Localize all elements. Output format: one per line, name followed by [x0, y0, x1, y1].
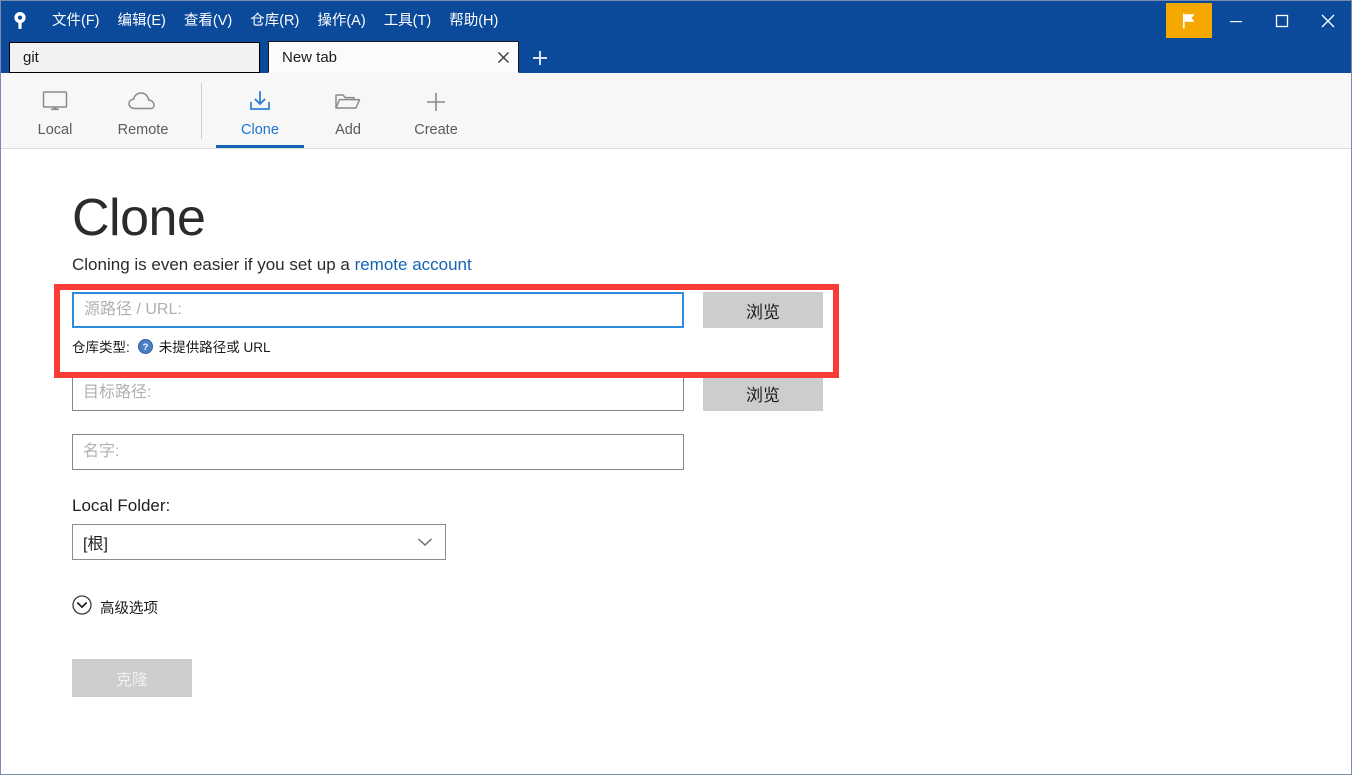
toolbar-label: Local	[37, 122, 73, 138]
toolbar-label: Create	[414, 122, 458, 138]
maximize-button[interactable]	[1259, 1, 1305, 40]
maximize-icon	[1275, 14, 1289, 27]
menu-help[interactable]: 帮助(H)	[440, 7, 507, 35]
toolbar-button-create[interactable]: Create	[392, 73, 480, 148]
toolbar-label: Remote	[117, 122, 169, 138]
name-row	[72, 434, 1351, 470]
advanced-options-label: 高级选项	[100, 600, 158, 617]
menu-tools[interactable]: 工具(T)	[375, 7, 441, 35]
main-toolbar: Local Remote Clone Add Create	[1, 73, 1351, 149]
close-icon	[1321, 14, 1335, 27]
svg-text:?: ?	[142, 342, 148, 353]
destination-path-input[interactable]	[72, 375, 684, 411]
remote-account-link[interactable]: remote account	[355, 255, 472, 274]
download-icon	[245, 85, 275, 119]
minimize-button[interactable]	[1213, 1, 1259, 40]
menu-edit[interactable]: 编辑(E)	[109, 7, 175, 35]
toolbar-button-local[interactable]: Local	[11, 73, 99, 148]
menu-view[interactable]: 查看(V)	[175, 7, 241, 35]
tab-git[interactable]: git	[9, 42, 260, 73]
chevron-down-icon	[417, 525, 433, 559]
plus-icon	[422, 85, 450, 119]
page-subtitle-text: Cloning is even easier if you set up a	[72, 255, 355, 274]
local-folder-select[interactable]: [根]	[72, 524, 446, 560]
tab-strip: git New tab	[1, 40, 1351, 73]
source-browse-button[interactable]: 浏览	[703, 292, 823, 328]
menu-repository[interactable]: 仓库(R)	[241, 7, 308, 35]
toolbar-button-add[interactable]: Add	[304, 73, 392, 148]
tab-label: git	[23, 49, 39, 66]
chevron-down-circle-icon	[72, 595, 92, 619]
application-window: 文件(F) 编辑(E) 查看(V) 仓库(R) 操作(A) 工具(T) 帮助(H…	[0, 0, 1352, 775]
destination-browse-button[interactable]: 浏览	[703, 375, 823, 411]
menu-file[interactable]: 文件(F)	[43, 7, 109, 35]
tab-close-icon[interactable]	[488, 42, 518, 72]
toolbar-label: Clone	[241, 122, 279, 138]
advanced-options-toggle[interactable]: 高级选项	[72, 595, 1351, 619]
flag-button[interactable]	[1166, 3, 1212, 38]
repository-type-status: 仓库类型: ? 未提供路径或 URL	[72, 336, 1351, 356]
destination-path-row: 浏览	[72, 375, 1351, 411]
new-tab-button[interactable]	[525, 42, 555, 73]
tab-label: New tab	[282, 48, 338, 66]
toolbar-button-clone[interactable]: Clone	[216, 73, 304, 148]
toolbar-button-remote[interactable]: Remote	[99, 73, 187, 148]
menu-actions[interactable]: 操作(A)	[308, 7, 374, 35]
local-folder-label: Local Folder:	[72, 496, 171, 515]
cloud-icon	[126, 85, 160, 119]
source-path-row: 浏览	[72, 292, 1351, 328]
plus-icon	[533, 50, 547, 65]
repository-type-value: 未提供路径或 URL	[158, 340, 271, 355]
page-title: Clone	[72, 189, 206, 247]
name-input[interactable]	[72, 434, 684, 470]
source-path-input[interactable]	[72, 292, 684, 328]
clone-panel: Clone Cloning is even easier if you set …	[1, 149, 1351, 773]
folder-icon	[332, 85, 364, 119]
minimize-icon	[1230, 20, 1242, 22]
repository-type-label: 仓库类型:	[72, 340, 130, 355]
title-bar: 文件(F) 编辑(E) 查看(V) 仓库(R) 操作(A) 工具(T) 帮助(H…	[1, 1, 1351, 40]
monitor-icon	[40, 85, 70, 119]
page-subtitle: Cloning is even easier if you set up a r…	[72, 255, 1351, 275]
tab-new-tab[interactable]: New tab	[268, 41, 519, 73]
flag-icon	[1183, 13, 1195, 28]
toolbar-separator	[201, 83, 202, 139]
toolbar-label: Add	[335, 122, 361, 138]
close-button[interactable]	[1305, 1, 1351, 40]
clone-submit-button[interactable]: 克隆	[72, 659, 192, 697]
sourcetree-logo-icon	[1, 1, 39, 40]
local-folder-selected-value: [根]	[83, 536, 108, 553]
menu-bar: 文件(F) 编辑(E) 查看(V) 仓库(R) 操作(A) 工具(T) 帮助(H…	[43, 1, 507, 40]
help-circle-icon[interactable]: ?	[137, 338, 153, 354]
